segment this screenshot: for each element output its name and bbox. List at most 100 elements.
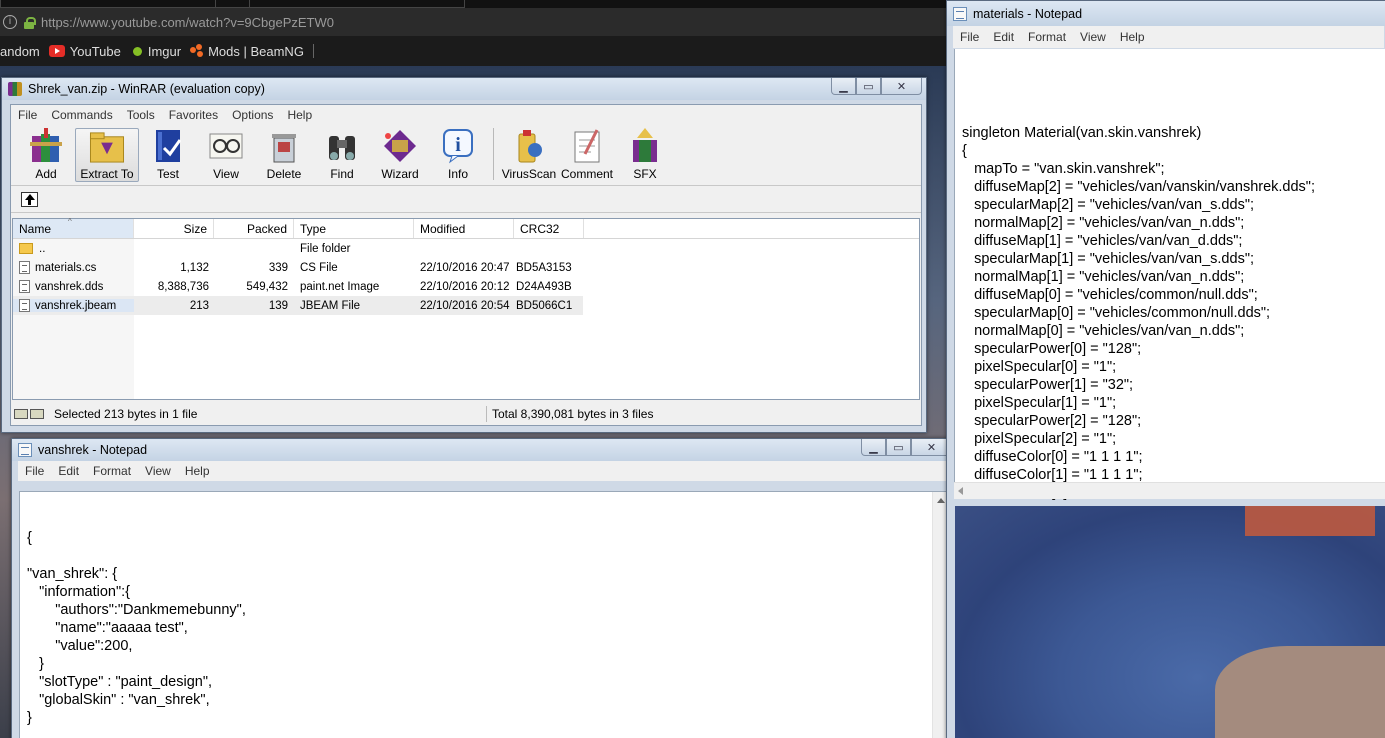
- winrar-menubar: File Commands Tools Favorites Options He…: [11, 105, 921, 125]
- file-name: ..: [39, 242, 46, 255]
- scroll-up-icon[interactable]: [937, 498, 945, 503]
- bookmark-label: Imgur: [147, 43, 182, 59]
- menu-file[interactable]: File: [953, 30, 986, 44]
- info-label: Info: [447, 167, 468, 181]
- menu-file[interactable]: File: [18, 464, 51, 478]
- window-controls: ▁ ▭ ✕: [861, 439, 952, 456]
- address-bar[interactable]: i https://www.youtube.com/watch?v=9CbgeP…: [0, 8, 950, 36]
- info-button[interactable]: i Info: [429, 128, 487, 182]
- file-type: File folder: [300, 242, 351, 255]
- wizard-label: Wizard: [381, 167, 419, 181]
- up-folder-icon[interactable]: [21, 191, 38, 207]
- file-modified: 22/10/2016 20:47: [420, 261, 510, 274]
- maximize-button[interactable]: ▭: [886, 439, 911, 456]
- winrar-window: Shrek_van.zip - WinRAR (evaluation copy)…: [1, 77, 927, 433]
- file-name: vanshrek.jbeam: [35, 299, 117, 312]
- column-name[interactable]: ^ Name: [13, 217, 134, 238]
- winrar-app-icon[interactable]: [8, 82, 22, 96]
- minimize-button[interactable]: ▁: [831, 78, 856, 95]
- browser-tab[interactable]: [215, 0, 465, 8]
- wizard-button[interactable]: Wizard: [371, 128, 429, 182]
- info-icon[interactable]: i: [3, 15, 17, 29]
- notepad-titlebar[interactable]: materials - Notepad: [947, 1, 1385, 26]
- virusscan-label: VirusScan: [501, 167, 557, 181]
- file-modified: 22/10/2016 20:12: [420, 280, 510, 293]
- drive-key-icon[interactable]: [14, 409, 46, 419]
- table-row[interactable]: .. File folder: [13, 239, 919, 258]
- menu-format[interactable]: Format: [1021, 30, 1073, 44]
- menu-favorites[interactable]: Favorites: [162, 108, 225, 122]
- delete-label: Delete: [266, 167, 302, 181]
- sfx-icon: [633, 128, 657, 162]
- vanshrek-notepad-window: vanshrek - Notepad ▁ ▭ ✕ File Edit Forma…: [11, 438, 957, 738]
- menu-options[interactable]: Options: [225, 108, 280, 122]
- youtube-icon: [48, 45, 65, 57]
- menu-tools[interactable]: Tools: [120, 108, 162, 122]
- bookmark-label: YouTube: [69, 43, 121, 59]
- menu-format[interactable]: Format: [86, 464, 138, 478]
- sort-arrow-icon: ^: [68, 217, 72, 226]
- menu-help[interactable]: Help: [178, 464, 217, 478]
- text-editor[interactable]: singleton Material(van.skin.vanshrek) { …: [954, 49, 1385, 501]
- menu-view[interactable]: View: [1073, 30, 1113, 44]
- bookmark-random[interactable]: andom: [0, 44, 40, 59]
- file-size: 213: [189, 299, 209, 312]
- bookmark-imgur[interactable]: Imgur: [130, 44, 181, 59]
- virusscan-button[interactable]: VirusScan: [500, 128, 558, 182]
- horizontal-scrollbar[interactable]: [954, 482, 1385, 499]
- file-name: materials.cs: [35, 261, 97, 274]
- menu-commands[interactable]: Commands: [44, 108, 119, 122]
- menu-edit[interactable]: Edit: [986, 30, 1021, 44]
- editor-content: singleton Material(van.skin.vanshrek) { …: [962, 125, 1315, 501]
- scroll-left-icon[interactable]: [958, 487, 963, 495]
- bookmark-separator: [312, 44, 314, 58]
- file-size: 1,132: [180, 261, 209, 274]
- bookmark-label: andom: [0, 43, 40, 59]
- bookmark-beamng[interactable]: Mods | BeamNG: [190, 44, 304, 59]
- winrar-client-area: File Commands Tools Favorites Options He…: [10, 104, 922, 426]
- view-button[interactable]: View: [197, 128, 255, 182]
- file-packed: 549,432: [246, 280, 288, 293]
- status-total: Total 8,390,081 bytes in 3 files: [492, 407, 654, 421]
- menu-help[interactable]: Help: [1113, 30, 1152, 44]
- sfx-button[interactable]: SFX: [616, 128, 674, 182]
- find-button[interactable]: Find: [313, 128, 371, 182]
- editor-content: { "van_shrek": { "information":{ "author…: [27, 530, 246, 726]
- add-button[interactable]: Add: [17, 128, 75, 182]
- winrar-titlebar[interactable]: Shrek_van.zip - WinRAR (evaluation copy): [2, 78, 926, 100]
- column-crc32[interactable]: CRC32: [514, 219, 584, 238]
- comment-label: Comment: [560, 167, 613, 181]
- browser-tab-strip: [0, 0, 950, 8]
- glasses-icon: [209, 133, 243, 159]
- window-controls: ▁ ▭ ✕: [831, 78, 922, 95]
- bookmark-youtube[interactable]: YouTube: [48, 43, 121, 59]
- column-packed[interactable]: Packed: [214, 219, 294, 238]
- test-button[interactable]: Test: [139, 128, 197, 182]
- text-editor[interactable]: { "van_shrek": { "information":{ "author…: [19, 491, 949, 738]
- books-icon: [30, 128, 62, 162]
- comment-button[interactable]: Comment: [558, 128, 616, 182]
- notepad-app-icon[interactable]: [953, 6, 967, 21]
- file-packed: 139: [268, 299, 288, 312]
- minimize-button[interactable]: ▁: [861, 439, 886, 456]
- menu-file[interactable]: File: [11, 108, 44, 122]
- test-label: Test: [156, 167, 179, 181]
- maximize-button[interactable]: ▭: [856, 78, 881, 95]
- column-type[interactable]: Type: [294, 219, 414, 238]
- delete-button[interactable]: Delete: [255, 128, 313, 182]
- notepad-titlebar[interactable]: vanshrek - Notepad: [12, 439, 956, 461]
- extract-to-button[interactable]: Extract To: [75, 128, 139, 182]
- table-row-selected[interactable]: vanshrek.jbeam 213 139 JBEAM File 22/10/…: [13, 296, 583, 315]
- table-row[interactable]: materials.cs 1,132 339 CS File 22/10/201…: [13, 258, 919, 277]
- table-row[interactable]: vanshrek.dds 8,388,736 549,432 paint.net…: [13, 277, 919, 296]
- notepad-app-icon[interactable]: [18, 443, 32, 457]
- menu-help[interactable]: Help: [280, 108, 319, 122]
- close-button[interactable]: ✕: [881, 78, 922, 95]
- file-list[interactable]: ^ Name Size Packed Type Modified CRC32 ..…: [12, 217, 920, 400]
- browser-tab[interactable]: [0, 0, 250, 8]
- menu-view[interactable]: View: [138, 464, 178, 478]
- url-text[interactable]: https://www.youtube.com/watch?v=9CbgePzE…: [41, 15, 334, 30]
- column-modified[interactable]: Modified: [414, 219, 514, 238]
- column-size[interactable]: Size: [134, 219, 214, 238]
- menu-edit[interactable]: Edit: [51, 464, 86, 478]
